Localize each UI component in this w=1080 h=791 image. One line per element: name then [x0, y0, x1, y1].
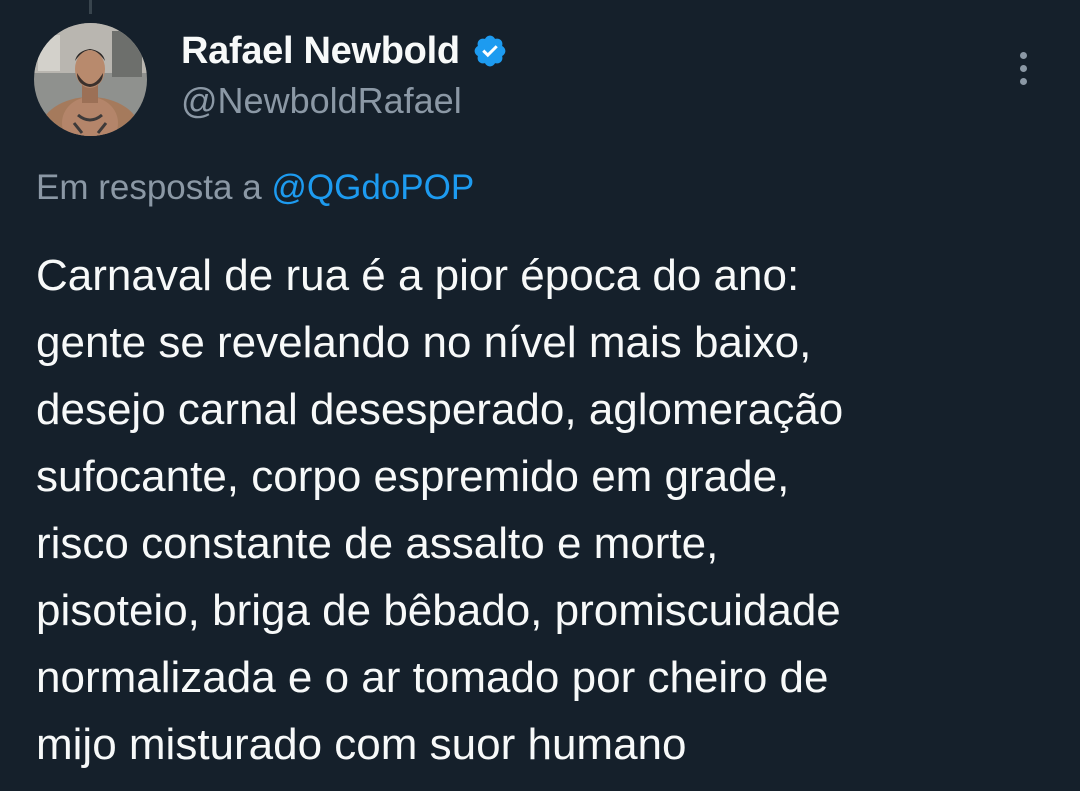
tweet-text-line: Carnaval de rua é a pior época do ano:: [36, 251, 800, 300]
avatar-image: [34, 23, 147, 136]
reply-context-prefix: Em resposta a: [36, 168, 262, 207]
tweet-text-line: pisoteio, briga de bêbado, promiscuidade: [36, 586, 841, 635]
tweet-text-line: risco constante de assalto e morte,: [36, 519, 719, 568]
avatar[interactable]: [34, 23, 147, 136]
reply-context: Em resposta a @QGdoPOP: [36, 168, 474, 208]
verified-badge-icon[interactable]: [472, 33, 508, 69]
tweet-text-line: normalizada e o ar tomado por cheiro de: [36, 653, 829, 702]
tweet-text-line: desejo carnal desesperado, aglomeração: [36, 385, 844, 434]
tweet-text-line: mijo misturado com suor humano: [36, 720, 687, 769]
tweet-text-line: sufocante, corpo espremido em grade,: [36, 452, 790, 501]
more-options-icon[interactable]: [1003, 46, 1043, 90]
reply-mention-link[interactable]: @QGdoPOP: [271, 168, 474, 207]
tweet-text: Carnaval de rua é a pior época do ano: g…: [36, 242, 1056, 778]
author-name-row: Rafael Newbold: [181, 28, 508, 74]
tweet-text-line: gente se revelando no nível mais baixo,: [36, 318, 812, 367]
thread-connector-line: [89, 0, 92, 14]
author-display-name[interactable]: Rafael Newbold: [181, 30, 460, 73]
author-handle[interactable]: @NewboldRafael: [181, 80, 462, 122]
